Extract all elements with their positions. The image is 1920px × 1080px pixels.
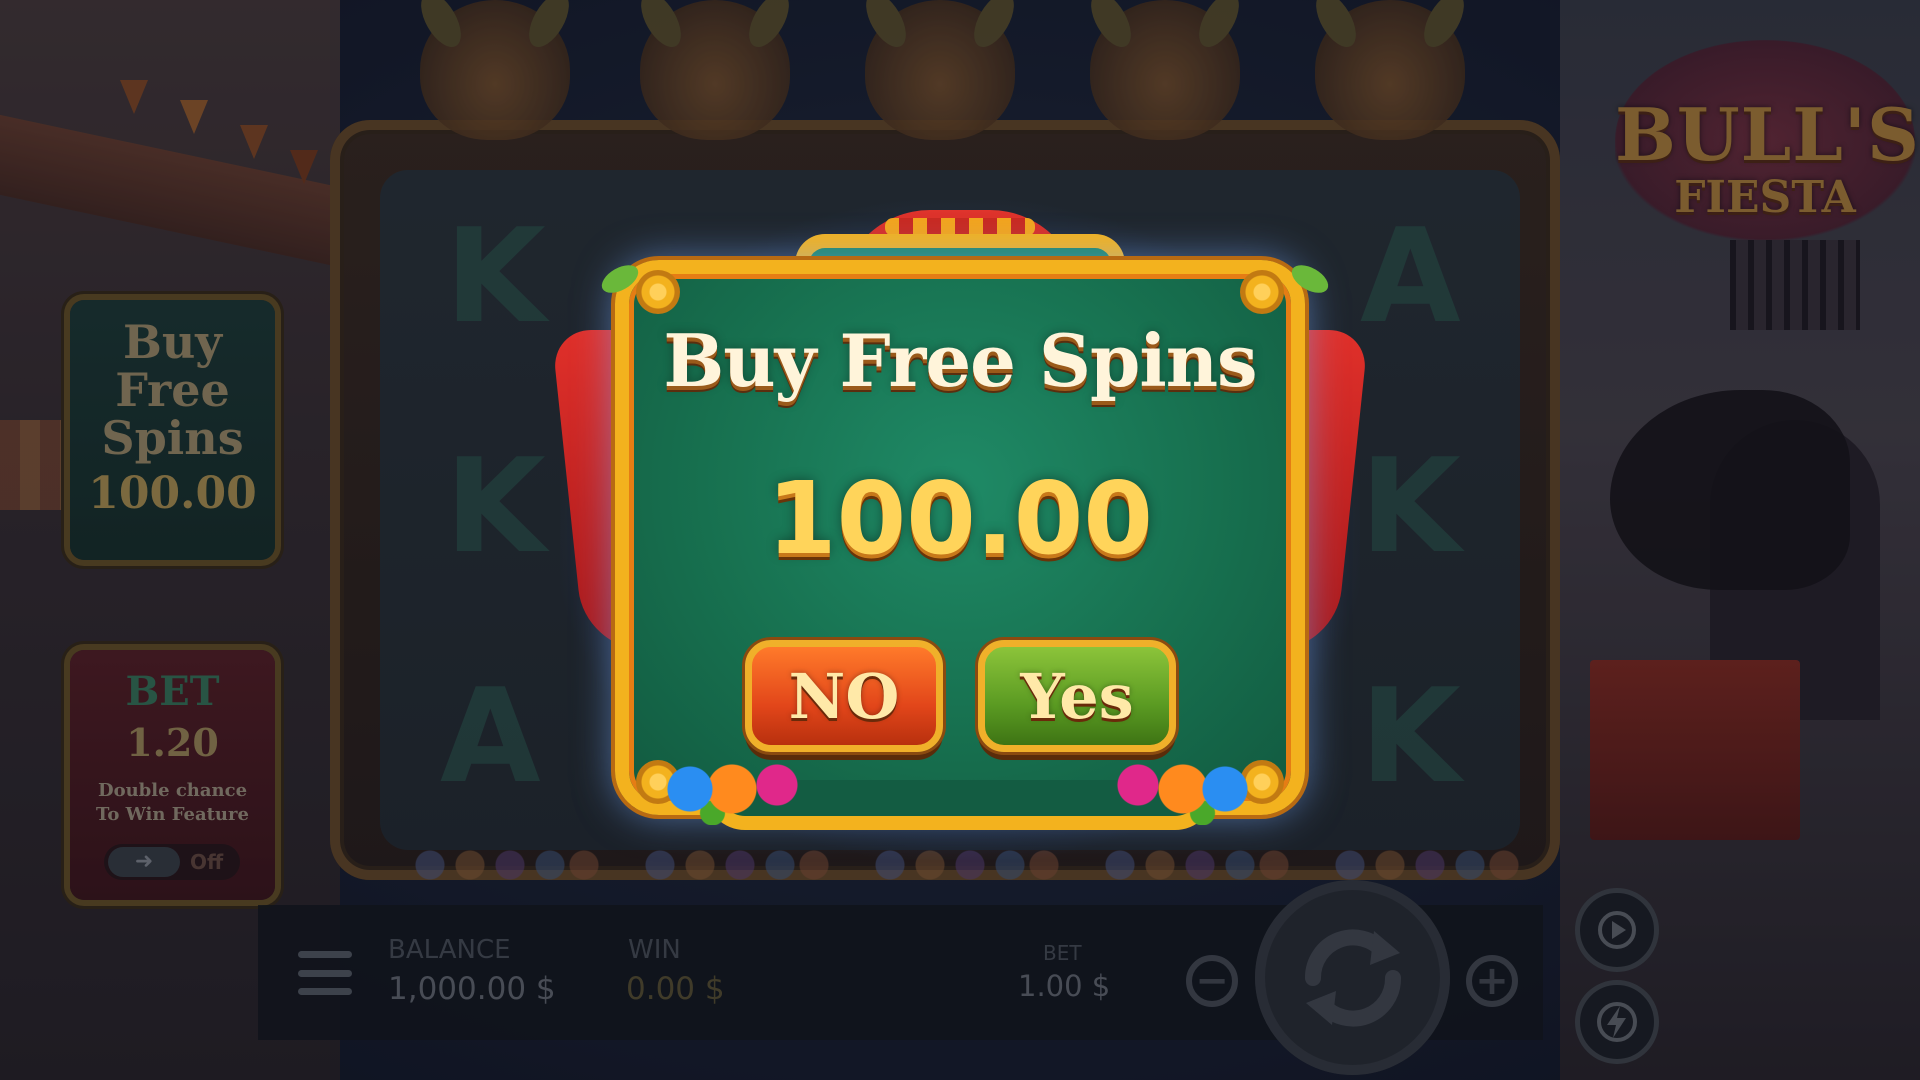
dialog-price: 100.00 xyxy=(767,460,1153,577)
corner-ornament xyxy=(636,270,680,314)
game-background: K K A A K K BULL'S FIESTA Buy Free Spins… xyxy=(0,0,1920,1080)
flower-bouquet-right xyxy=(1105,745,1255,825)
flower-bouquet-left xyxy=(660,745,810,825)
no-button[interactable]: NO xyxy=(745,640,943,752)
dialog-title: Buy Free Spins xyxy=(663,318,1257,403)
corner-ornament xyxy=(1240,270,1284,314)
yes-button[interactable]: Yes xyxy=(978,640,1176,752)
